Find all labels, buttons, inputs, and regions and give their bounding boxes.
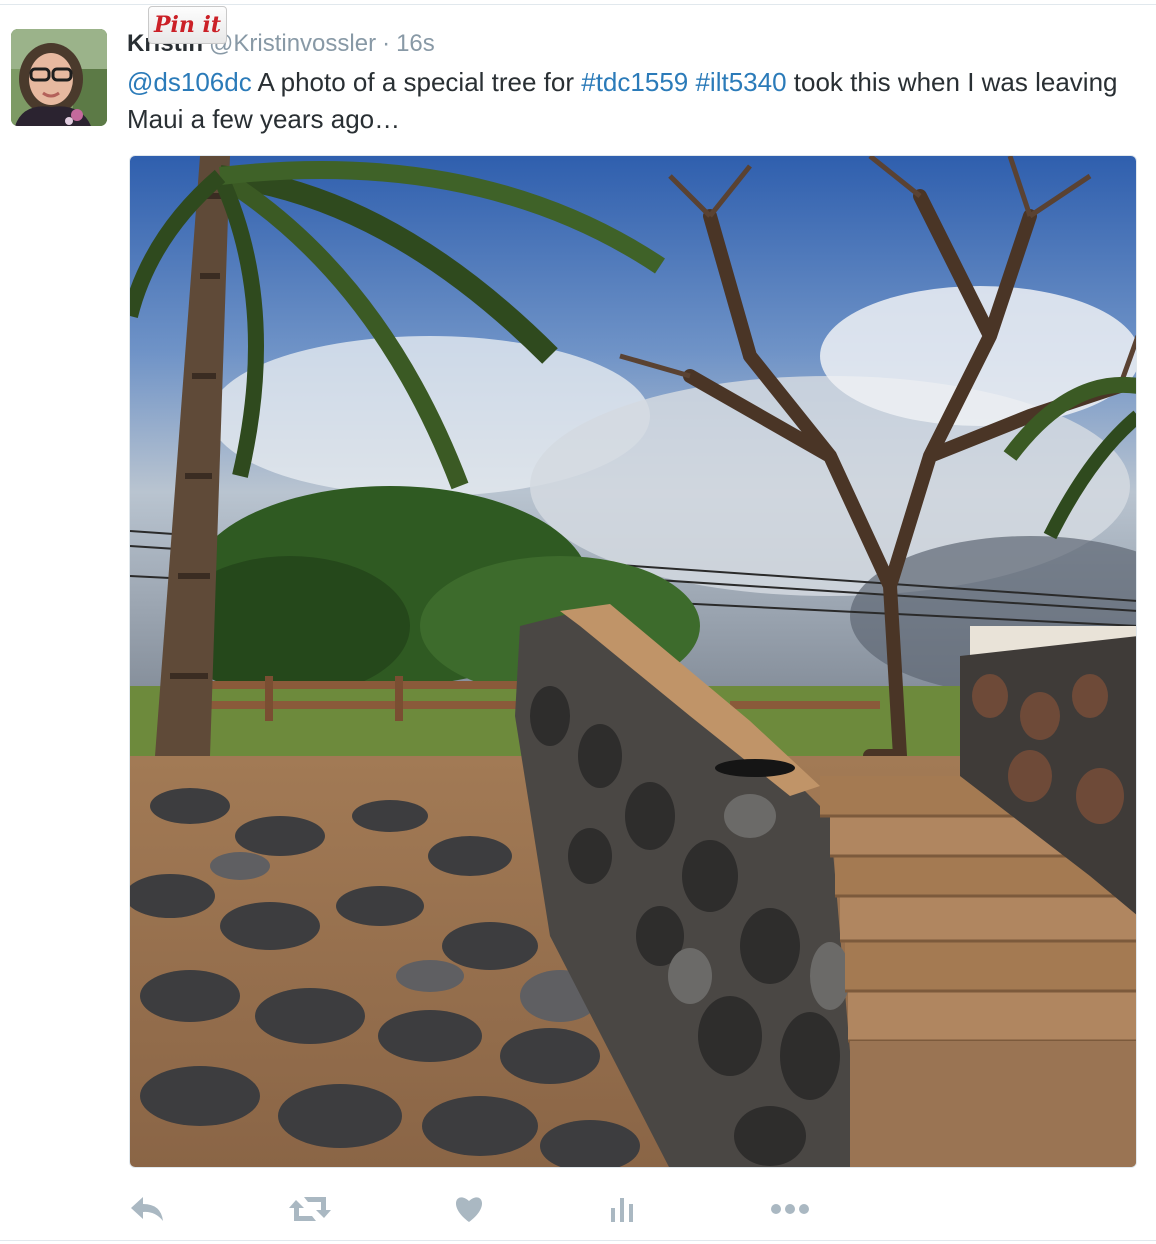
avatar[interactable]: [11, 29, 107, 126]
pin-it-button[interactable]: Pin it: [148, 6, 227, 44]
separator-dot: ·: [382, 30, 391, 57]
top-divider: [0, 4, 1156, 5]
author-handle[interactable]: @Kristinvossler: [209, 30, 376, 57]
like-button[interactable]: [451, 1192, 487, 1226]
mention-link[interactable]: @ds106dc: [127, 67, 252, 97]
more-button[interactable]: [767, 1192, 813, 1226]
reply-icon: [129, 1195, 165, 1223]
tweet-actions: [127, 1192, 827, 1226]
hashtag-link[interactable]: #tdc1559: [581, 67, 688, 97]
timestamp[interactable]: 16s: [396, 30, 435, 57]
analytics-button[interactable]: [607, 1192, 637, 1226]
tweet-text: @ds106dc A photo of a special tree for #…: [127, 64, 1137, 138]
tweet-photo[interactable]: [129, 155, 1137, 1168]
retweet-button[interactable]: [287, 1192, 333, 1226]
tweet-text-part: A photo of a special tree for: [251, 67, 582, 97]
bar-chart-icon: [609, 1194, 635, 1224]
heart-icon: [453, 1194, 485, 1224]
more-dots-icon: [770, 1203, 810, 1215]
reply-button[interactable]: [127, 1192, 167, 1226]
hashtag-link[interactable]: #ilt5340: [695, 67, 786, 97]
bottom-divider: [0, 1240, 1156, 1241]
retweet-icon: [288, 1194, 332, 1224]
